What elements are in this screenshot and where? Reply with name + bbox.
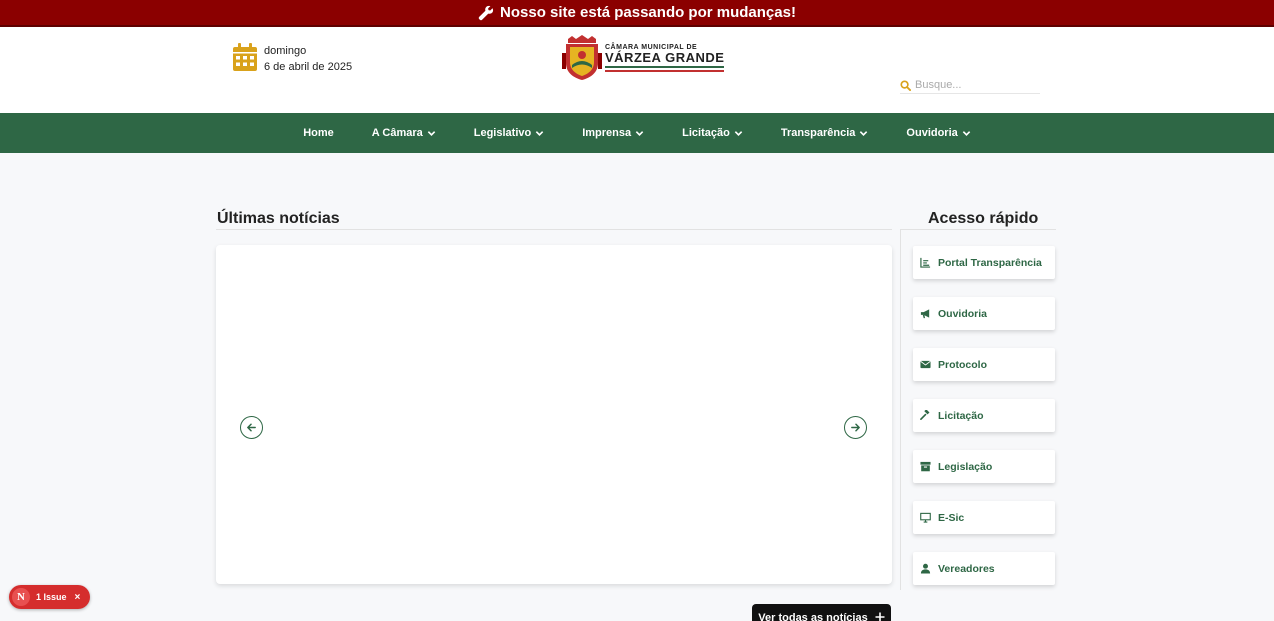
quick-label: Protocolo bbox=[938, 358, 987, 371]
coat-of-arms-icon bbox=[562, 35, 602, 80]
quick-e-sic[interactable]: E-Sic bbox=[913, 501, 1055, 534]
quick-legislacao[interactable]: Legislação bbox=[913, 450, 1055, 483]
chevron-down-icon bbox=[535, 130, 544, 136]
nav-label: Imprensa bbox=[582, 127, 632, 139]
quick-label: Vereadores bbox=[938, 562, 995, 575]
header: domingo 6 de abril de 2025 CÂMARA MUNICI… bbox=[0, 27, 1274, 113]
user-icon bbox=[920, 563, 931, 574]
envelope-icon bbox=[920, 360, 931, 369]
logo-stripes bbox=[605, 66, 725, 72]
quick-label: Licitação bbox=[938, 409, 984, 422]
full-date: 6 de abril de 2025 bbox=[264, 61, 353, 73]
search-box bbox=[900, 77, 1040, 94]
banner-text: Nosso site está passando por mudanças! bbox=[500, 4, 796, 21]
nav-legislativo[interactable]: Legislativo bbox=[455, 127, 563, 139]
quick-access-vertical-divider bbox=[900, 230, 901, 590]
slider-prev-button[interactable] bbox=[240, 416, 263, 439]
monitor-icon bbox=[920, 512, 931, 523]
main-nav: Home A Câmara Legislativo Imprensa Licit… bbox=[0, 113, 1274, 153]
plus-icon bbox=[875, 612, 885, 621]
date-display: domingo 6 de abril de 2025 bbox=[233, 43, 352, 75]
close-icon[interactable]: × bbox=[75, 592, 81, 603]
chevron-down-icon bbox=[734, 130, 743, 136]
chevron-down-icon bbox=[860, 130, 868, 136]
nav-label: Legislativo bbox=[473, 127, 532, 139]
issue-logo: N bbox=[12, 588, 30, 606]
chevron-down-icon bbox=[962, 130, 970, 136]
nav-a-camara[interactable]: A Câmara bbox=[353, 127, 455, 139]
issue-count: 1 Issue bbox=[36, 592, 67, 602]
nav-transparencia[interactable]: Transparência bbox=[762, 127, 888, 139]
quick-protocolo[interactable]: Protocolo bbox=[913, 348, 1055, 381]
news-divider bbox=[216, 229, 892, 230]
chevron-down-icon bbox=[635, 130, 644, 136]
logo-line2: VÁRZEA GRANDE bbox=[605, 50, 725, 65]
megaphone-icon bbox=[920, 309, 930, 319]
calendar-icon bbox=[233, 43, 257, 71]
nav-label: Home bbox=[303, 127, 334, 139]
news-slider bbox=[216, 245, 892, 584]
news-section-title: Últimas notícias bbox=[217, 210, 340, 227]
archive-icon bbox=[920, 461, 931, 472]
quick-ouvidoria[interactable]: Ouvidoria bbox=[913, 297, 1055, 330]
quick-access-title: Acesso rápido bbox=[928, 210, 1039, 227]
nav-licitacao[interactable]: Licitação bbox=[663, 127, 762, 139]
nav-ouvidoria[interactable]: Ouvidoria bbox=[887, 127, 989, 139]
slider-next-button[interactable] bbox=[844, 416, 867, 439]
nav-label: Ouvidoria bbox=[906, 127, 958, 139]
chart-icon bbox=[920, 257, 931, 268]
nav-label: Transparência bbox=[780, 127, 856, 139]
nav-label: A Câmara bbox=[371, 127, 423, 139]
search-input[interactable] bbox=[915, 79, 1030, 91]
nav-imprensa[interactable]: Imprensa bbox=[563, 127, 663, 139]
quick-licitacao[interactable]: Licitação bbox=[913, 399, 1055, 432]
site-banner: Nosso site está passando por mudanças! bbox=[0, 0, 1274, 27]
arrow-right-icon bbox=[851, 423, 860, 432]
quick-label: Legislação bbox=[938, 460, 993, 473]
quick-label: E-Sic bbox=[938, 511, 965, 524]
gavel-icon bbox=[920, 410, 930, 420]
quick-vereadores[interactable]: Vereadores bbox=[913, 552, 1055, 585]
logo[interactable]: CÂMARA MUNICIPAL DE VÁRZEA GRANDE bbox=[562, 35, 725, 81]
day-name: domingo bbox=[264, 45, 307, 57]
see-all-label: Ver todas as notícias bbox=[758, 612, 868, 621]
quick-label: Portal Transparência bbox=[938, 256, 1042, 269]
wrench-icon bbox=[478, 5, 494, 20]
nav-label: Licitação bbox=[682, 127, 730, 139]
quick-portal-transparencia[interactable]: Portal Transparência bbox=[913, 246, 1055, 279]
quick-label: Ouvidoria bbox=[938, 307, 988, 320]
arrow-left-icon bbox=[247, 423, 256, 432]
nav-home[interactable]: Home bbox=[284, 127, 353, 139]
chevron-down-icon bbox=[427, 130, 435, 136]
search-icon[interactable] bbox=[900, 79, 911, 91]
issue-badge[interactable]: N 1 Issue × bbox=[9, 585, 90, 609]
see-all-news-button[interactable]: Ver todas as notícias bbox=[752, 604, 891, 621]
quick-access-divider bbox=[900, 229, 1056, 230]
